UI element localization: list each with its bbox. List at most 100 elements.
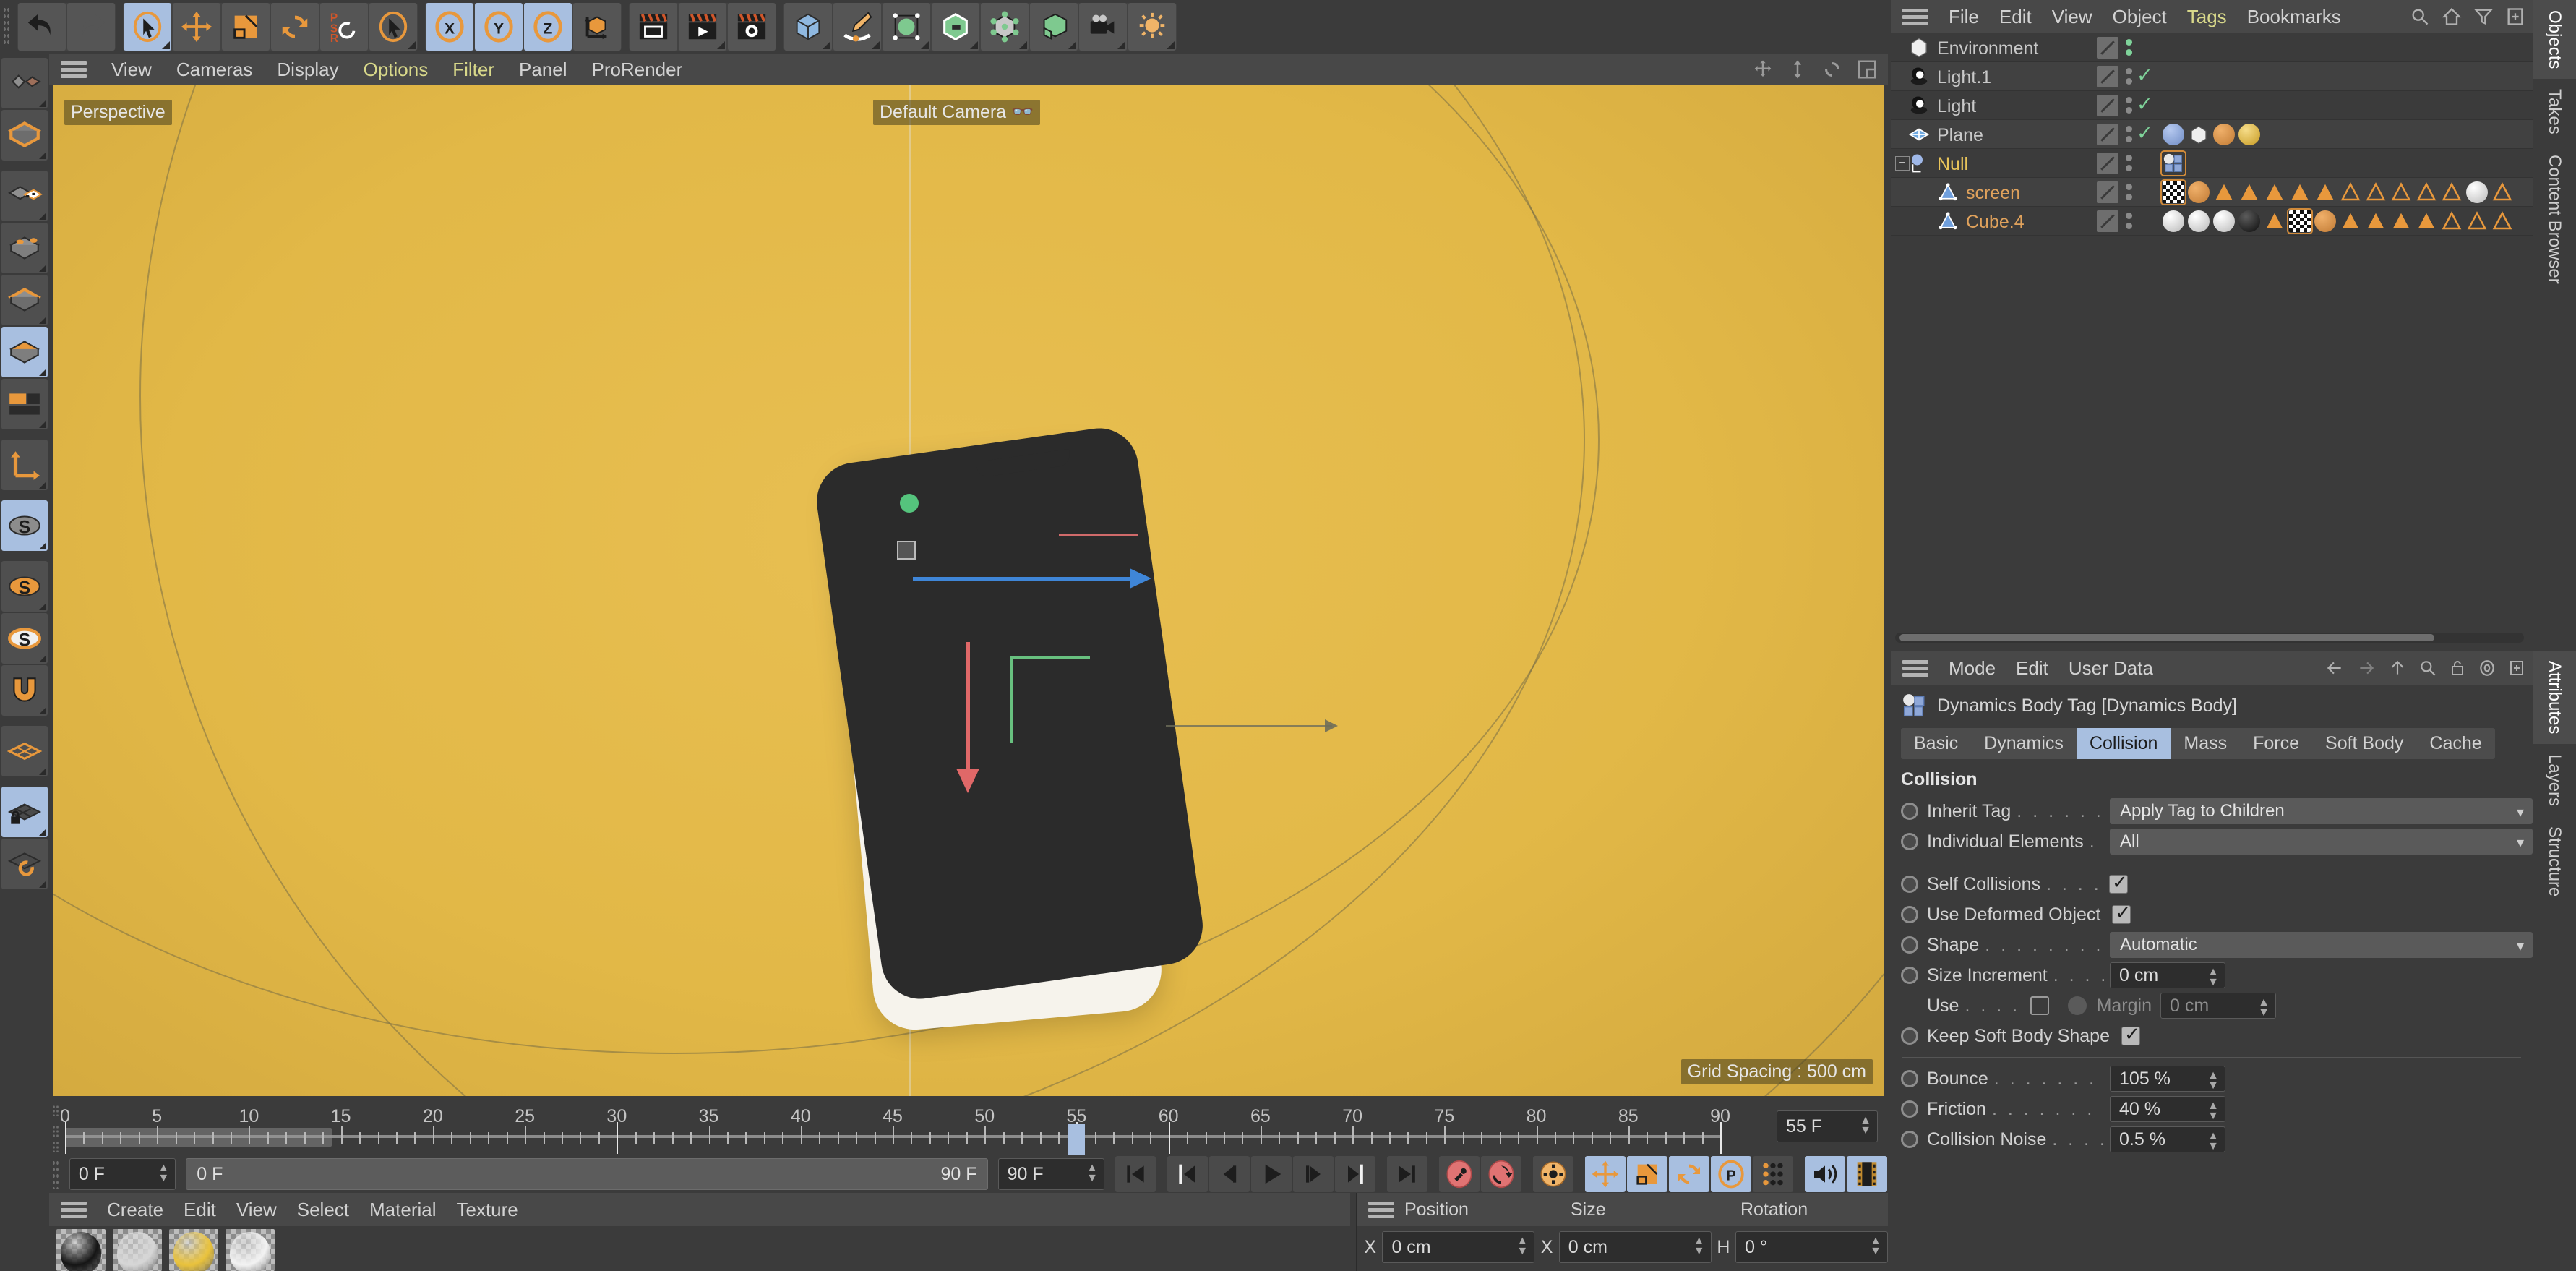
transport-goto-prev-key-button[interactable] [1167,1156,1208,1192]
selection-tag-icon[interactable] [2365,181,2387,203]
polygon-selection-tag-icon[interactable] [2340,210,2361,232]
toolbar-cube-primitive-button[interactable] [784,3,832,51]
at-menu-edit[interactable]: Edit [2016,659,2048,677]
om-menu-file[interactable]: File [1949,7,1979,26]
left-tool-points-mode[interactable] [1,223,48,273]
object-row[interactable]: Environment [1891,33,2533,62]
enabled-check-icon[interactable]: ✓ [2137,122,2153,144]
texture-tag-icon[interactable] [2287,208,2313,234]
coordinates-burger-icon[interactable] [1368,1200,1394,1219]
toolbar-undo-button[interactable] [18,3,66,51]
toolbar-grip[interactable] [3,7,10,47]
toolbar-select-button[interactable] [369,3,417,51]
transport-key-param-button[interactable]: P [1711,1156,1751,1192]
transport-record-key-button[interactable] [1439,1156,1480,1192]
object-manager-burger-icon[interactable] [1902,7,1928,26]
property-animate-toggle[interactable] [1901,906,1918,923]
pan-icon[interactable] [1752,59,1774,80]
visibility-dot[interactable] [2125,126,2132,132]
toolbar-array-button[interactable] [932,3,979,51]
polygon-selection-tag-icon[interactable] [2390,210,2412,232]
left-tool-snap-off[interactable]: S [1,500,48,551]
transport-key-pla-button[interactable] [1753,1156,1793,1192]
polygon-selection-tag-icon[interactable] [2264,210,2285,232]
object-name[interactable]: screen [1966,183,2020,204]
visibility-dot[interactable] [2125,78,2132,85]
tab-objects[interactable]: Objects [2533,0,2576,80]
property-animate-toggle[interactable] [1901,936,1918,954]
viewport-3d[interactable]: Perspective Default Camera 👓 Grid Spacin… [53,85,1884,1096]
spinner-icon[interactable]: ▲ ▼ [1859,1115,1872,1139]
om-menu-bookmarks[interactable]: Bookmarks [2247,7,2341,26]
toolbar-z-axis-button[interactable]: Z [524,3,572,51]
left-tool-magnet[interactable] [1,665,48,716]
polygon-selection-tag-icon[interactable] [2238,181,2260,203]
material-tag-icon[interactable] [2163,210,2184,232]
viewport-menu-cameras[interactable]: Cameras [176,60,252,79]
layer-swatch[interactable] [2097,37,2118,59]
toolbar-mograph-button[interactable] [1030,3,1078,51]
phong-tag-icon[interactable] [2188,181,2210,203]
visibility-dot[interactable] [2125,107,2132,114]
layer-swatch[interactable] [2097,66,2118,87]
material-tag-icon[interactable] [2163,124,2184,145]
property-number-bounce[interactable]: 105 % ▲ ▼ [2110,1066,2225,1092]
property-animate-toggle[interactable] [1901,803,1918,820]
enabled-check-icon[interactable]: ✓ [2137,64,2153,86]
gizmo-axis-z-h[interactable] [1010,656,1090,659]
search-icon[interactable] [2418,659,2437,677]
viewport-menu-prorender[interactable]: ProRender [592,60,683,79]
polygon-selection-tag-icon[interactable] [2289,181,2311,203]
material-swatch-light-grey-material[interactable] [113,1229,162,1271]
object-row[interactable]: Plane ✓ [1891,120,2533,149]
tab-structure[interactable]: Structure [2533,816,2576,907]
attributes-tab-basic[interactable]: Basic [1901,728,1971,759]
property-checkbox-keep-soft-body-shape[interactable] [2121,1023,2140,1045]
toolbar-deformer-button[interactable] [981,3,1029,51]
panel-grip[interactable] [52,1141,59,1152]
toolbar-rotate-button[interactable] [271,3,319,51]
attributes-tab-dynamics[interactable]: Dynamics [1971,728,2077,759]
property-animate-toggle[interactable] [1901,1070,1918,1087]
toolbar-scale-button[interactable] [222,3,270,51]
maximize-view-icon[interactable] [1856,59,1878,80]
left-tool-model-mode[interactable] [1,58,48,108]
home-icon[interactable] [2442,7,2462,27]
panel-grip[interactable] [52,1105,59,1116]
viewport-menu-options[interactable]: Options [364,60,429,79]
visibility-dot[interactable] [2125,136,2132,142]
property-checkbox-use[interactable] [2030,996,2049,1015]
om-menu-object[interactable]: Object [2113,7,2167,26]
toolbar-select-live-button[interactable] [124,3,171,51]
transport-step-forward-button[interactable] [1293,1156,1334,1192]
attributes-burger-icon[interactable] [1902,659,1928,677]
gizmo-axis-y[interactable] [966,642,970,772]
viewport-menu-filter[interactable]: Filter [452,60,494,79]
phong-tag-icon[interactable] [2314,210,2336,232]
transport-key-scale-button[interactable] [1627,1156,1667,1192]
visibility-dot[interactable] [2125,213,2132,219]
viewport-menu-display[interactable]: Display [277,60,338,79]
selection-tag-icon[interactable] [2466,210,2488,232]
zoom-icon[interactable] [1787,59,1808,80]
transport-sound-button[interactable] [1805,1156,1845,1192]
tab-takes[interactable]: Takes [2533,79,2576,145]
left-tool-object-mode[interactable] [1,110,48,161]
property-animate-toggle[interactable] [1901,967,1918,984]
spinner-icon[interactable]: ▲ ▼ [2207,1070,2220,1094]
layer-swatch[interactable] [2097,153,2118,174]
mm-menu-material[interactable]: Material [369,1200,436,1219]
mm-menu-texture[interactable]: Texture [457,1200,518,1219]
coordinate-field-0[interactable]: 0 cm ▲ ▼ [1382,1231,1535,1263]
gizmo-axis-red-h[interactable] [1059,534,1138,536]
property-animate-toggle[interactable] [1901,833,1918,850]
property-combo-individual-elements[interactable]: All ▾ [2110,829,2533,855]
forward-icon[interactable] [2356,659,2377,677]
attributes-tab-mass[interactable]: Mass [2171,728,2240,759]
timeline-playhead[interactable] [1068,1124,1086,1155]
viewport-perspective-label[interactable]: Perspective [64,100,172,125]
gizmo-axis-x-arrow[interactable] [1130,568,1151,589]
toolbar-psr-button[interactable]: PSR [320,3,368,51]
transport-key-position-button[interactable] [1585,1156,1626,1192]
property-animate-toggle[interactable] [1901,1131,1918,1148]
